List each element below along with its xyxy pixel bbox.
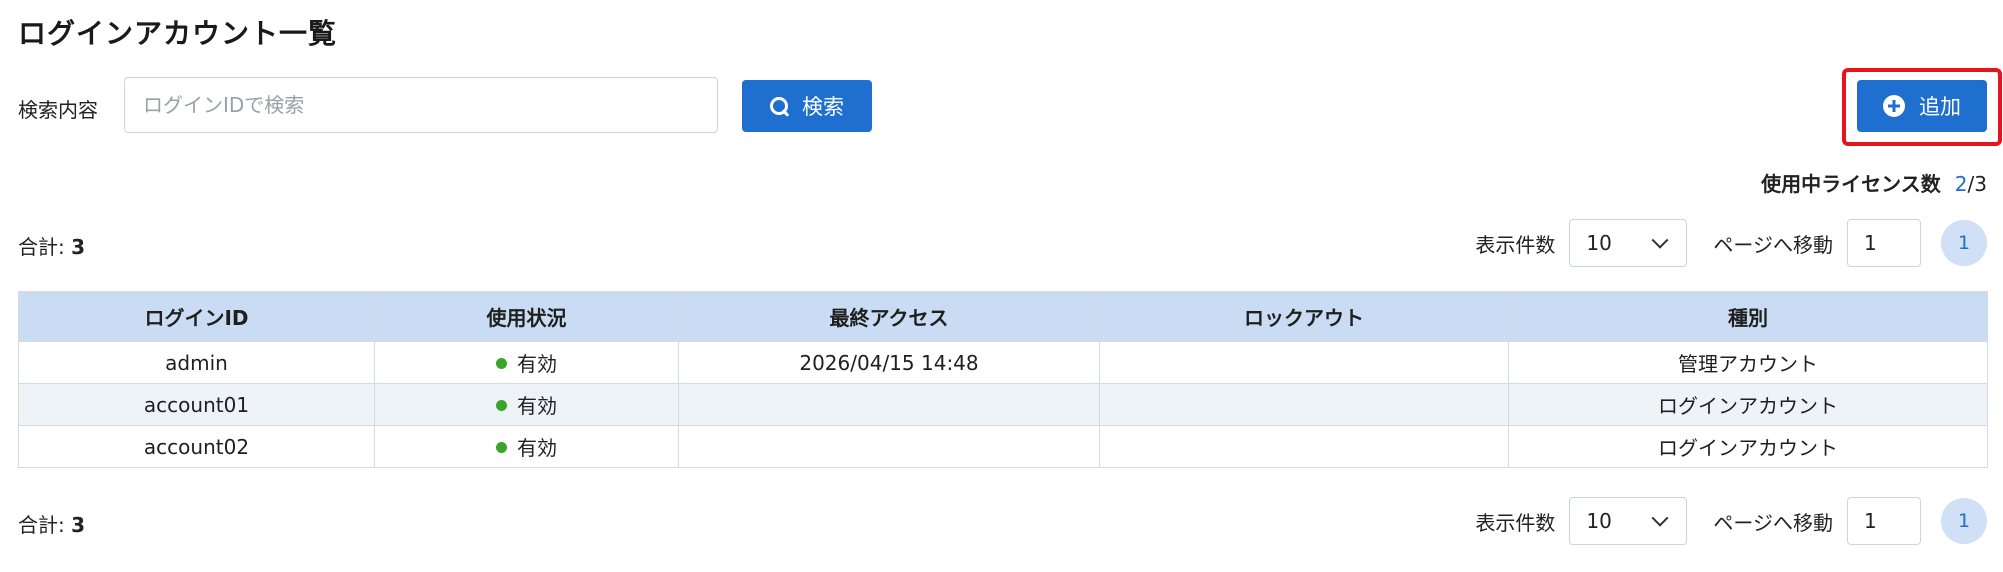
cell-type: 管理アカウント bbox=[1508, 341, 1988, 384]
page-button-1[interactable]: 1 bbox=[1941, 498, 1987, 544]
license-usage: 使用中ライセンス数 2/3 bbox=[1761, 168, 1987, 197]
status-text: 有効 bbox=[517, 394, 557, 418]
table-row[interactable]: account02 有効 ログインアカウント bbox=[18, 425, 1988, 468]
search-label: 検索内容 bbox=[18, 98, 98, 122]
cell-status: 有効 bbox=[374, 425, 679, 468]
pager-bottom: 表示件数 10 ページへ移動 1 bbox=[1475, 497, 1987, 545]
cell-type: ログインアカウント bbox=[1508, 383, 1988, 426]
status-dot-icon bbox=[496, 442, 507, 453]
license-total: 3 bbox=[1974, 172, 1987, 196]
search-icon bbox=[770, 97, 788, 115]
table-row[interactable]: account01 有効 ログインアカウント bbox=[18, 383, 1988, 426]
license-label: 使用中ライセンス数 bbox=[1761, 172, 1941, 196]
search-input[interactable] bbox=[124, 77, 718, 133]
cell-login-id: account01 bbox=[18, 383, 375, 426]
search-button-label: 検索 bbox=[802, 95, 844, 119]
cell-status: 有効 bbox=[374, 383, 679, 426]
total-label: 合計: bbox=[18, 513, 65, 537]
license-used: 2 bbox=[1954, 172, 1968, 196]
add-button-label: 追加 bbox=[1919, 95, 1961, 119]
per-page-select[interactable]: 10 bbox=[1569, 497, 1688, 545]
status-text: 有効 bbox=[517, 436, 557, 460]
goto-page-input[interactable] bbox=[1847, 219, 1921, 267]
column-header-last-access[interactable]: 最終アクセス bbox=[678, 291, 1100, 342]
search-button[interactable]: 検索 bbox=[742, 80, 872, 132]
cell-lockout bbox=[1099, 383, 1509, 426]
cell-lockout bbox=[1099, 341, 1509, 384]
goto-page-input[interactable] bbox=[1847, 497, 1921, 545]
goto-page-label: ページへ移動 bbox=[1713, 510, 1833, 535]
status-dot-icon bbox=[496, 400, 507, 411]
cell-lockout bbox=[1099, 425, 1509, 468]
per-page-label: 表示件数 bbox=[1475, 510, 1556, 535]
column-header-status[interactable]: 使用状況 bbox=[374, 291, 679, 342]
pager-top: 表示件数 10 ページへ移動 1 bbox=[1475, 219, 1987, 267]
column-header-type[interactable]: 種別 bbox=[1508, 291, 1988, 342]
total-value: 3 bbox=[71, 235, 86, 259]
account-table: ログインID 使用状況 最終アクセス ロックアウト 種別 admin 有効 20… bbox=[18, 291, 1988, 468]
column-header-lockout[interactable]: ロックアウト bbox=[1099, 291, 1509, 342]
total-count-top: 合計: 3 bbox=[18, 231, 85, 260]
cell-status: 有効 bbox=[374, 341, 679, 384]
chevron-down-icon bbox=[1651, 509, 1669, 527]
cell-type: ログインアカウント bbox=[1508, 425, 1988, 468]
table-row[interactable]: admin 有効 2026/04/15 14:48 管理アカウント bbox=[18, 341, 1988, 384]
total-label: 合計: bbox=[18, 235, 65, 259]
page-button-1[interactable]: 1 bbox=[1941, 220, 1987, 266]
status-dot-icon bbox=[496, 358, 507, 369]
cell-last-access bbox=[678, 425, 1100, 468]
total-count-bottom: 合計: 3 bbox=[18, 509, 85, 538]
status-text: 有効 bbox=[517, 352, 557, 376]
plus-circle-icon bbox=[1883, 95, 1905, 117]
add-button[interactable]: 追加 bbox=[1857, 80, 1987, 132]
total-value: 3 bbox=[71, 513, 86, 537]
chevron-down-icon bbox=[1651, 231, 1669, 249]
cell-login-id: admin bbox=[18, 341, 375, 384]
per-page-value: 10 bbox=[1586, 509, 1612, 533]
page-title: ログインアカウント一覧 bbox=[18, 17, 338, 50]
per-page-select[interactable]: 10 bbox=[1569, 219, 1688, 267]
license-count: 2/3 bbox=[1955, 172, 1987, 196]
per-page-value: 10 bbox=[1586, 231, 1612, 255]
cell-last-access bbox=[678, 383, 1100, 426]
column-header-login-id[interactable]: ログインID bbox=[18, 291, 375, 342]
cell-last-access: 2026/04/15 14:48 bbox=[678, 341, 1100, 384]
table-header-row: ログインID 使用状況 最終アクセス ロックアウト 種別 bbox=[18, 291, 1988, 342]
per-page-label: 表示件数 bbox=[1475, 232, 1556, 257]
cell-login-id: account02 bbox=[18, 425, 375, 468]
goto-page-label: ページへ移動 bbox=[1713, 232, 1833, 257]
login-account-list-page: ログインアカウント一覧 検索内容 検索 追加 使用中ライセンス数 2/3 合計:… bbox=[0, 0, 2003, 572]
